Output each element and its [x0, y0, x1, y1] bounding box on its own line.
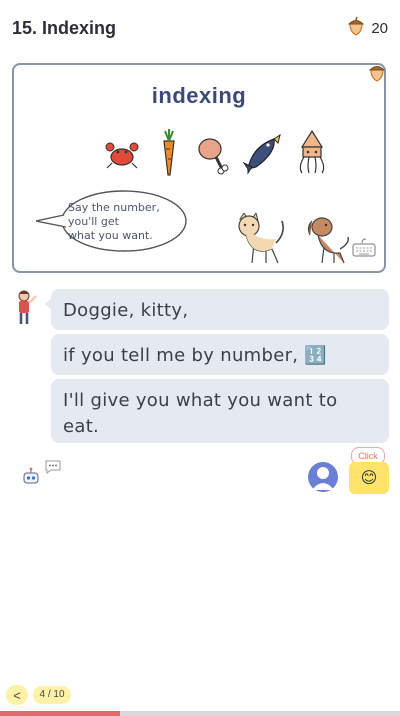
drumstick-icon [198, 138, 229, 175]
squid-icon [299, 129, 325, 174]
chat-bubble: if you tell me by number, 🔢 [51, 334, 389, 375]
carrot-icon [163, 129, 175, 176]
chat-message: I'll give you what you want to eat. [63, 390, 338, 437]
cat-icon [238, 213, 284, 264]
smile-icon: 😊 [360, 468, 378, 487]
dog-icon [307, 217, 350, 264]
chat-bubble: I'll give you what you want to eat. [51, 379, 389, 443]
typing-dots-icon [45, 460, 61, 474]
food-row [104, 129, 334, 179]
card-title: indexing [151, 83, 247, 108]
chat-message: Doggie, kitty, [63, 300, 189, 321]
chat-bubble: Doggie, kitty, [51, 289, 389, 330]
robot-icon[interactable] [22, 467, 40, 485]
fish-icon [242, 133, 281, 175]
speech-text: Say the number, you'll get what you want… [68, 201, 160, 242]
lesson-card: indexing Say the number, you'll get what… [12, 63, 386, 273]
prev-page-button[interactable]: < [6, 685, 28, 705]
acorn-icon [347, 16, 365, 41]
chevron-left-icon: < [13, 687, 21, 703]
acorn-count: 20 [371, 20, 388, 37]
chat-message: if you tell me by number, 🔢 [63, 345, 328, 366]
teacher-avatar [18, 290, 37, 324]
keyboard-icon[interactable] [352, 237, 376, 257]
crab-icon [105, 142, 139, 169]
user-icon [312, 467, 334, 490]
user-avatar[interactable] [308, 462, 338, 492]
progress-fill [0, 711, 120, 716]
header: 15. Indexing 20 [0, 0, 400, 56]
lesson-page: 15. Indexing 20 indexing Say the number,… [0, 0, 400, 716]
acorn-counter: 20 [347, 16, 388, 41]
page-indicator: 4 / 10 [33, 686, 71, 704]
lesson-title: 15. Indexing [12, 18, 117, 38]
progress-bar [0, 711, 400, 716]
emoji-react-button[interactable]: 😊 [349, 462, 389, 494]
